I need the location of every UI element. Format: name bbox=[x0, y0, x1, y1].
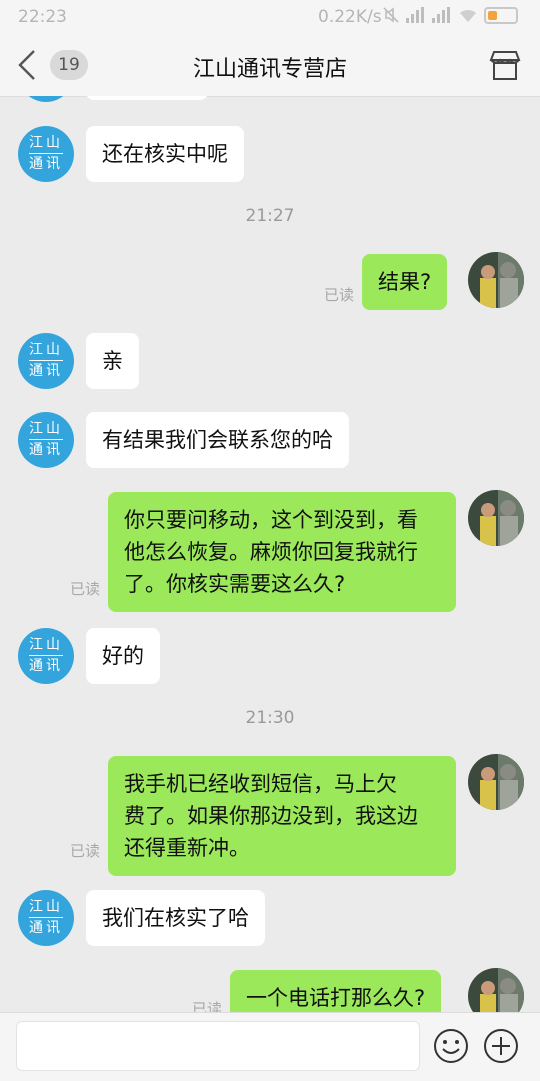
battery-icon bbox=[484, 6, 518, 24]
status-bar: 22:23 0.22K/s bbox=[0, 0, 540, 34]
mute-icon bbox=[383, 7, 399, 23]
shop-avatar[interactable]: 江山通讯 bbox=[18, 890, 74, 946]
shop-avatar[interactable]: 江山通讯 bbox=[18, 126, 74, 182]
status-icons bbox=[382, 6, 518, 24]
emoji-icon[interactable] bbox=[432, 1027, 470, 1065]
chat-message-list[interactable]: 江山通讯 江山通讯 还在核实中呢 21:27 已读 结果? 江山通讯 亲 江山通… bbox=[0, 96, 540, 1012]
read-receipt: 已读 bbox=[192, 1000, 223, 1012]
message-bubble-incoming[interactable]: 还在核实中呢 bbox=[86, 126, 244, 182]
message-bubble-incoming[interactable]: 我们在核实了哈 bbox=[86, 890, 265, 946]
shop-avatar[interactable]: 江山通讯 bbox=[18, 96, 74, 102]
user-avatar[interactable] bbox=[468, 968, 524, 1012]
message-bubble-outgoing[interactable]: 一个电话打那么久? bbox=[230, 970, 442, 1012]
message-bubble-outgoing[interactable]: 我手机已经收到短信，马上欠 费了。如果你那边没到，我这边 还得重新冲。 bbox=[108, 756, 456, 876]
shop-icon[interactable] bbox=[488, 48, 522, 82]
message-input-bar bbox=[0, 1012, 540, 1081]
status-time: 22:23 bbox=[18, 7, 67, 27]
network-speed: 0.22K/s bbox=[318, 7, 382, 27]
shop-avatar[interactable]: 江山通讯 bbox=[18, 412, 74, 468]
shop-avatar[interactable]: 江山通讯 bbox=[18, 333, 74, 389]
chat-header: 19 江山通讯专营店 bbox=[0, 34, 540, 97]
user-avatar[interactable] bbox=[468, 252, 524, 308]
wifi-icon bbox=[460, 9, 476, 22]
message-bubble-outgoing[interactable]: 你只要问移动，这个到没到，看 他怎么恢复。麻烦你回复我就行 了。你核实需要这么久… bbox=[108, 492, 456, 612]
message-timestamp: 21:30 bbox=[245, 708, 295, 728]
read-receipt: 已读 bbox=[70, 842, 101, 860]
message-timestamp: 21:27 bbox=[245, 206, 295, 226]
message-bubble-incoming[interactable]: 亲 bbox=[86, 333, 139, 389]
plus-icon[interactable] bbox=[482, 1027, 520, 1065]
signal-2-icon bbox=[432, 7, 452, 23]
signal-1-icon bbox=[406, 7, 426, 23]
message-input[interactable] bbox=[16, 1021, 420, 1071]
user-avatar[interactable] bbox=[468, 490, 524, 546]
message-bubble-outgoing[interactable]: 结果? bbox=[362, 254, 448, 310]
message-bubble-incoming[interactable]: 有结果我们会联系您的哈 bbox=[86, 412, 349, 468]
read-receipt: 已读 bbox=[70, 580, 101, 598]
user-avatar[interactable] bbox=[468, 754, 524, 810]
shop-avatar[interactable]: 江山通讯 bbox=[18, 628, 74, 684]
read-receipt: 已读 bbox=[324, 286, 355, 304]
message-bubble-partial[interactable] bbox=[86, 96, 208, 100]
page-title: 江山通讯专营店 bbox=[192, 57, 347, 82]
message-bubble-incoming[interactable]: 好的 bbox=[86, 628, 160, 684]
